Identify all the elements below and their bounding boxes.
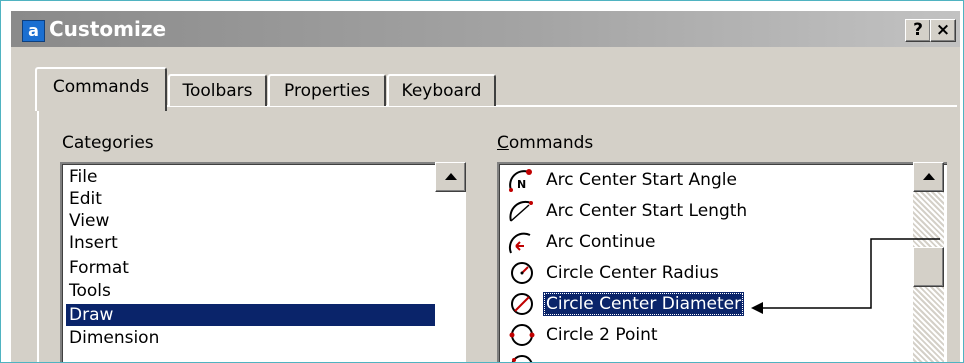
- command-item-circle-center-diameter[interactable]: Circle Center Diameter: [503, 289, 903, 319]
- tab-keyboard[interactable]: Keyboard: [387, 74, 496, 106]
- close-button[interactable]: ×: [930, 19, 956, 42]
- command-label: Arc Continue: [546, 232, 656, 252]
- category-item-view[interactable]: View: [66, 210, 435, 232]
- commands-scroll-up-button[interactable]: [913, 162, 944, 192]
- category-item-file[interactable]: File: [66, 166, 435, 188]
- circle-2-point-icon: [503, 320, 541, 350]
- category-item-insert[interactable]: Insert: [66, 232, 435, 254]
- categories-scroll-up-button[interactable]: [435, 162, 466, 192]
- command-item-circle-2-point[interactable]: Circle 2 Point: [503, 320, 903, 350]
- arc-center-start-angle-icon: N: [503, 165, 541, 195]
- command-label: Circle Center Diameter: [543, 292, 745, 316]
- window-title: Customize: [49, 17, 167, 41]
- command-label: [543, 354, 549, 362]
- title-bar[interactable]: a Customize ? ×: [11, 11, 960, 47]
- command-item-arc-center-start-angle[interactable]: N Arc Center Start Angle: [503, 165, 903, 195]
- up-arrow-icon: [445, 173, 457, 180]
- commands-label: Commands: [497, 133, 593, 153]
- arc-continue-icon: [503, 227, 541, 257]
- arc-center-start-length-icon: [503, 196, 541, 226]
- categories-scrollbar[interactable]: [435, 162, 466, 362]
- tab-properties[interactable]: Properties: [268, 74, 386, 106]
- commands-label-rest: ommands: [508, 133, 594, 153]
- command-item-arc-center-start-length[interactable]: Arc Center Start Length: [503, 196, 903, 226]
- category-item-tools[interactable]: Tools: [66, 280, 435, 302]
- command-item-partial[interactable]: [503, 351, 903, 362]
- command-label: Arc Center Start Length: [546, 201, 748, 221]
- command-label: Arc Center Start Angle: [546, 170, 737, 190]
- commands-list[interactable]: N Arc Center Start Angle Arc Center Star…: [497, 162, 947, 362]
- help-button[interactable]: ?: [905, 19, 931, 42]
- tab-commands[interactable]: Commands: [35, 67, 167, 111]
- category-item-draw[interactable]: Draw: [66, 304, 435, 326]
- command-item-circle-center-radius[interactable]: Circle Center Radius: [503, 258, 903, 288]
- commands-scrollbar[interactable]: [913, 162, 944, 362]
- up-arrow-icon: [923, 173, 935, 180]
- category-item-format[interactable]: Format: [66, 257, 435, 279]
- command-label: Circle 2 Point: [546, 325, 658, 345]
- tab-toolbars[interactable]: Toolbars: [168, 74, 267, 106]
- command-item-arc-continue[interactable]: Arc Continue: [503, 227, 903, 257]
- commands-scroll-thumb[interactable]: [913, 247, 944, 287]
- circle-center-radius-icon: [503, 258, 541, 288]
- screenshot-frame: a Customize ? × Commands Toolbars Proper…: [0, 0, 964, 363]
- app-icon: a: [22, 20, 45, 42]
- circle-3-point-icon: [503, 351, 541, 362]
- svg-text:N: N: [517, 178, 526, 191]
- commands-label-mnemonic: C: [497, 133, 509, 153]
- categories-label: Categories: [62, 133, 154, 153]
- command-label: Circle Center Radius: [546, 263, 719, 283]
- category-item-dimension[interactable]: Dimension: [66, 327, 435, 349]
- category-item-edit[interactable]: Edit: [66, 188, 435, 210]
- categories-list[interactable]: File Edit View Insert Format Tools Draw …: [60, 162, 466, 362]
- circle-center-diameter-icon: [503, 289, 541, 319]
